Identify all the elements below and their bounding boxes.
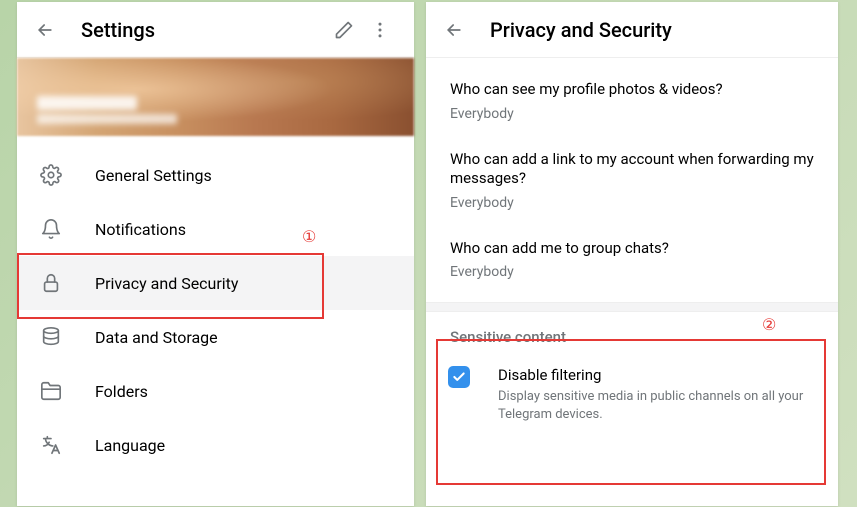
lock-icon — [39, 271, 63, 295]
annotation-marker-1: ① — [302, 227, 316, 246]
privacy-item-forward-link[interactable]: Who can add a link to my account when fo… — [426, 136, 838, 225]
check-icon — [452, 370, 466, 384]
edit-button[interactable] — [326, 12, 362, 48]
back-button[interactable] — [442, 18, 466, 42]
settings-title: Settings — [81, 18, 326, 42]
privacy-item-group-chats[interactable]: Who can add me to group chats? Everybody — [426, 225, 838, 295]
check-content: Disable filtering Display sensitive medi… — [498, 366, 816, 423]
privacy-item-profile-photos[interactable]: Who can see my profile photos & videos? … — [426, 66, 838, 136]
menu-label: Language — [95, 436, 165, 455]
check-title: Disable filtering — [498, 366, 816, 384]
privacy-value: Everybody — [450, 264, 814, 280]
privacy-value: Everybody — [450, 195, 814, 211]
menu-label: Folders — [95, 382, 148, 401]
privacy-header: Privacy and Security — [426, 2, 838, 58]
privacy-title: Privacy and Security — [490, 18, 822, 42]
sidebar-item-data[interactable]: Data and Storage — [17, 310, 414, 364]
annotation-marker-2: ② — [762, 315, 776, 334]
menu-label: Data and Storage — [95, 328, 218, 347]
sidebar-item-folders[interactable]: Folders — [17, 364, 414, 418]
disable-filtering-row[interactable]: Disable filtering Display sensitive medi… — [426, 354, 838, 435]
more-button[interactable] — [362, 12, 398, 48]
privacy-options-list: Who can see my profile photos & videos? … — [426, 58, 838, 302]
folder-icon — [39, 379, 63, 403]
database-icon — [39, 325, 63, 349]
settings-header: Settings — [17, 2, 414, 58]
menu-label: Privacy and Security — [95, 274, 238, 293]
privacy-panel: Privacy and Security Who can see my prof… — [426, 2, 838, 506]
sidebar-item-notifications[interactable]: Notifications — [17, 202, 414, 256]
dots-vertical-icon — [370, 20, 390, 40]
section-divider — [426, 302, 838, 312]
profile-banner[interactable] — [17, 58, 414, 136]
privacy-question: Who can add me to group chats? — [450, 239, 814, 259]
settings-panel: Settings General Settings Notifications — [17, 2, 414, 506]
disable-filtering-checkbox[interactable] — [448, 366, 470, 388]
language-icon — [39, 433, 63, 457]
profile-name-blur — [37, 96, 177, 124]
settings-menu: General Settings Notifications Privacy a… — [17, 136, 414, 472]
sidebar-item-language[interactable]: Language — [17, 418, 414, 472]
bell-icon — [39, 217, 63, 241]
sidebar-item-privacy[interactable]: Privacy and Security — [17, 256, 414, 310]
gear-icon — [39, 163, 63, 187]
privacy-question: Who can add a link to my account when fo… — [450, 150, 814, 189]
privacy-question: Who can see my profile photos & videos? — [450, 80, 814, 100]
arrow-left-icon — [444, 20, 464, 40]
sidebar-item-general[interactable]: General Settings — [17, 148, 414, 202]
check-desc: Display sensitive media in public channe… — [498, 388, 816, 423]
back-button[interactable] — [33, 18, 57, 42]
privacy-value: Everybody — [450, 106, 814, 122]
menu-label: General Settings — [95, 166, 212, 185]
arrow-left-icon — [35, 20, 55, 40]
menu-label: Notifications — [95, 220, 186, 239]
pencil-icon — [334, 20, 354, 40]
